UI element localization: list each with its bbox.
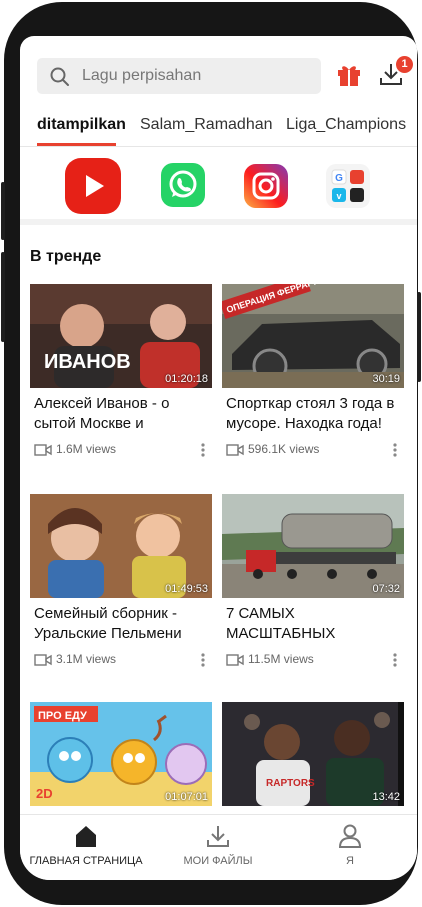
nav-my-files-label: МОИ ФАЙЛЫ xyxy=(183,855,253,867)
more-options-icon[interactable] xyxy=(392,442,398,458)
video-duration: 13:42 xyxy=(372,791,400,803)
thumbnail-text: ИВАНОВ xyxy=(44,351,131,373)
user-icon xyxy=(338,824,362,848)
tab-liga-champions[interactable]: Liga_Champions xyxy=(286,116,406,134)
video-camera-icon xyxy=(226,444,244,456)
video-views: 596.1K views xyxy=(248,442,320,456)
instagram-icon[interactable] xyxy=(244,164,288,208)
more-apps-icon[interactable]: G v xyxy=(326,164,370,208)
phone-frame: 1 ditampilkan Salam_Ramadhan Liga_Champi… xyxy=(1,2,421,905)
video-camera-icon xyxy=(226,654,244,666)
search-icon xyxy=(50,67,69,86)
download-count-badge: 1 xyxy=(396,56,413,73)
video-title[interactable]: Семейный сборник - Уральские Пельмени xyxy=(34,604,204,644)
video-duration: 01:49:53 xyxy=(165,583,208,595)
more-options-icon[interactable] xyxy=(200,652,206,668)
nav-home[interactable]: ГЛАВНАЯ СТРАНИЦА xyxy=(20,815,152,880)
video-thumbnail[interactable]: 01:49:53 xyxy=(30,494,212,598)
video-meta: 596.1K views xyxy=(226,442,406,458)
video-meta: 11.5M views xyxy=(226,652,406,668)
category-tabs: ditampilkan Salam_Ramadhan Liga_Champion… xyxy=(20,112,417,148)
video-title[interactable]: Спорткар стоял 3 года в мусоре. Находка … xyxy=(226,394,396,434)
video-duration: 01:20:18 xyxy=(165,373,208,385)
app-screen: 1 ditampilkan Salam_Ramadhan Liga_Champi… xyxy=(20,36,417,880)
video-views: 1.6M views xyxy=(56,442,117,456)
video-duration: 07:32 xyxy=(372,583,400,595)
video-meta: 3.1M views xyxy=(34,652,214,668)
tab-salam-ramadhan[interactable]: Salam_Ramadhan xyxy=(140,116,273,134)
nav-profile-label: Я xyxy=(346,855,354,867)
video-title[interactable]: Алексей Иванов - о сытой Москве и xyxy=(34,394,204,434)
video-thumbnail[interactable]: ПРО ЕДУ 2D 01:07:01 xyxy=(30,702,212,806)
divider xyxy=(20,146,417,147)
tab-ditampilkan[interactable]: ditampilkan xyxy=(37,116,126,134)
more-options-icon[interactable] xyxy=(392,652,398,668)
whatsapp-icon[interactable] xyxy=(161,163,205,207)
video-duration: 30:19 xyxy=(372,373,400,385)
search-bar[interactable] xyxy=(37,58,321,94)
section-divider xyxy=(20,219,417,225)
gift-icon[interactable] xyxy=(336,62,362,88)
bottom-navigation: ГЛАВНАЯ СТРАНИЦА МОИ ФАЙЛЫ Я xyxy=(20,814,417,880)
volume-button xyxy=(1,182,5,240)
video-camera-icon xyxy=(34,444,52,456)
svg-text:RAPTORS: RAPTORS xyxy=(266,778,315,789)
thumbnail-badge-2d: 2D xyxy=(36,786,53,801)
download-icon xyxy=(207,826,229,847)
nav-my-files[interactable]: МОИ ФАЙЛЫ xyxy=(152,815,284,880)
video-thumbnail[interactable]: ОПЕРАЦИЯ ФЕРРАРИ 30:19 xyxy=(222,284,404,388)
video-duration: 01:07:01 xyxy=(165,791,208,803)
video-title[interactable]: 7 САМЫХ МАСШТАБНЫХ xyxy=(226,604,396,644)
svg-text:v: v xyxy=(336,191,341,201)
more-options-icon[interactable] xyxy=(200,442,206,458)
volume-button xyxy=(1,252,5,342)
video-camera-icon xyxy=(34,654,52,666)
section-title: В тренде xyxy=(30,248,102,265)
thumbnail-text: ПРО ЕДУ xyxy=(38,710,87,722)
video-thumbnail[interactable]: 07:32 xyxy=(222,494,404,598)
youtube-icon[interactable] xyxy=(64,158,122,214)
video-thumbnail[interactable]: RAPTORS 13:42 xyxy=(222,702,404,806)
video-meta: 1.6M views xyxy=(34,442,214,458)
search-input[interactable] xyxy=(82,58,312,94)
home-icon xyxy=(76,826,96,847)
svg-text:G: G xyxy=(335,173,343,184)
nav-profile[interactable]: Я xyxy=(284,815,416,880)
video-views: 3.1M views xyxy=(56,652,117,666)
power-button xyxy=(417,292,421,382)
video-thumbnail[interactable]: ИВАНОВ 01:20:18 xyxy=(30,284,212,388)
nav-home-label: ГЛАВНАЯ СТРАНИЦА xyxy=(29,855,143,867)
video-views: 11.5M views xyxy=(248,652,314,666)
